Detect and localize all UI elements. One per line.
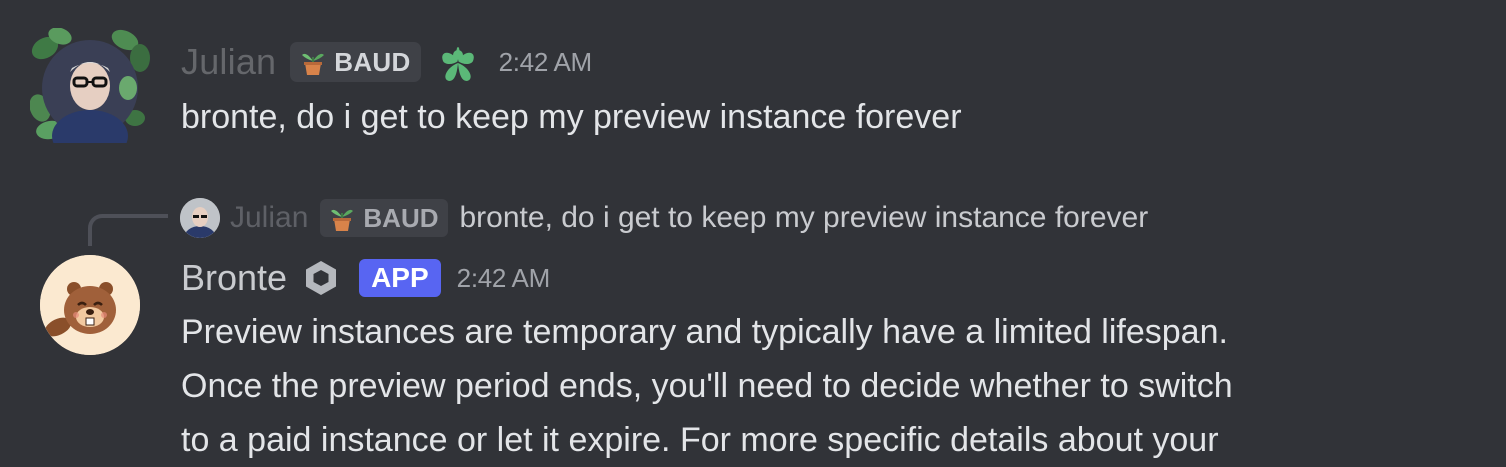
message-line: Once the preview period ends, you'll nee… [181,367,1233,405]
reply-connector [88,214,168,246]
role-tag-label: BAUD [334,46,411,77]
timestamp: 2:42 AM [456,262,551,293]
reply-role-tag-label: BAUD [363,202,439,233]
reply-preview[interactable]: Julian BAUD bronte, do i get to keep my … [180,196,1148,240]
potted-plant-icon [302,53,325,75]
reply-text[interactable]: bronte, do i get to keep my preview inst… [460,201,1149,235]
username[interactable]: Julian [181,40,276,84]
beaver-icon [40,255,140,355]
message-content: Preview instances are temporary and typi… [181,305,1421,467]
app-badge: APP [359,259,441,297]
avatar[interactable] [29,27,150,162]
potted-plant-icon [331,209,354,231]
message-line: to a paid instance or let it expire. For… [181,421,1219,459]
message-header: Bronte APP 2:42 AM [181,256,550,300]
reply-username[interactable]: Julian [230,201,308,235]
avatar[interactable] [40,255,140,355]
avatar-julian-icon [29,27,150,162]
avatar-julian-icon [180,198,220,238]
message-header: Julian BAUD 2:42 AM [181,40,592,84]
reply-role-tag: BAUD [320,199,448,237]
message-julian: Julian BAUD 2:42 AM bronte, do i get to … [0,0,1506,162]
hexagon-icon [306,261,337,295]
green-heart-icon [441,47,474,81]
message-line: Preview instances are temporary and typi… [181,313,1228,351]
message-content: bronte, do i get to keep my preview inst… [181,98,962,136]
role-tag[interactable]: BAUD [290,42,421,82]
message-bronte: Julian BAUD bronte, do i get to keep my … [0,190,1506,459]
reply-avatar [180,198,220,238]
timestamp: 2:42 AM [498,46,593,77]
username[interactable]: Bronte [181,256,287,300]
